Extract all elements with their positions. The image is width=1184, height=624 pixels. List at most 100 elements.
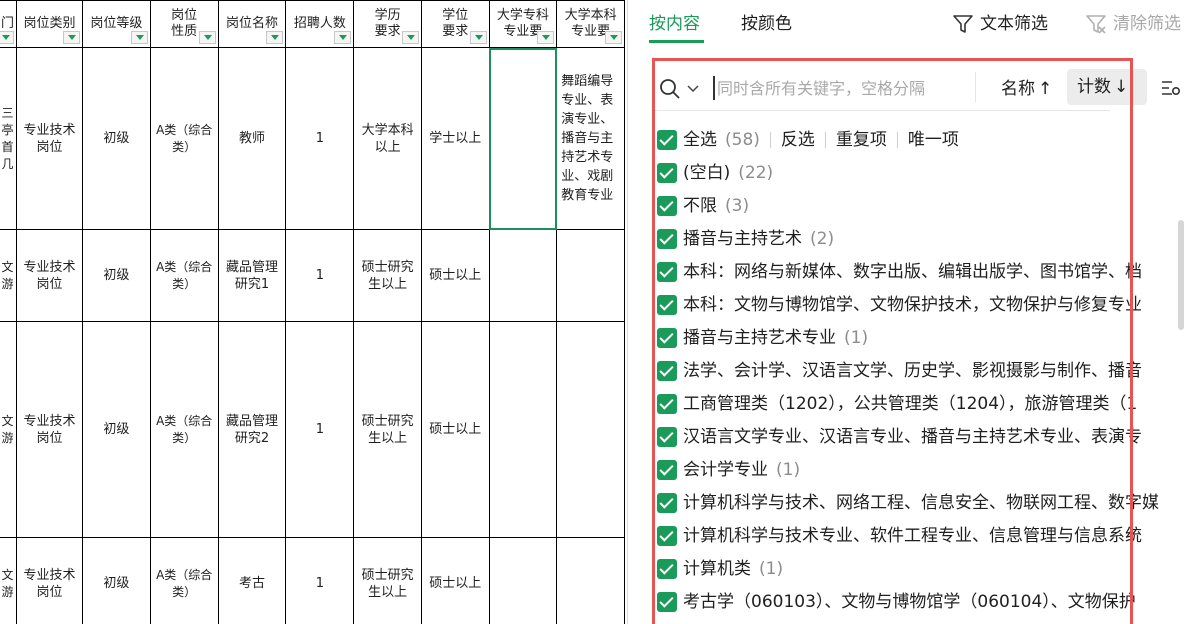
filter-dropdown-icon[interactable] (334, 31, 352, 44)
text-filter-button[interactable]: 文本筛选 (952, 12, 1048, 36)
sort-by-count-button[interactable]: 计数 ↓ (1067, 69, 1147, 105)
header-college-major[interactable]: 大学专科 专业要 (488, 0, 558, 48)
cell[interactable]: 文 游 (0, 229, 18, 322)
cell[interactable]: A类（综合 类） (149, 537, 219, 624)
cell[interactable] (488, 537, 558, 624)
cell[interactable]: 藏品管理 研究2 (217, 321, 287, 538)
cell[interactable]: 硕士以上 (420, 229, 490, 322)
list-item[interactable]: 播音与主持艺术 (2) (657, 227, 834, 251)
filter-dropdown-icon[interactable] (198, 31, 216, 44)
cell[interactable]: 初级 (81, 537, 151, 624)
search-input[interactable] (713, 76, 955, 100)
chevron-down-icon[interactable] (687, 84, 699, 94)
cell[interactable]: 1 (285, 47, 355, 230)
cell[interactable]: 学士以上 (420, 47, 490, 230)
item-checkbox[interactable] (657, 427, 677, 447)
select-all-label[interactable]: 全选 (683, 128, 717, 152)
unique-link[interactable]: 唯一项 (908, 128, 959, 152)
cell[interactable] (556, 537, 625, 624)
list-item[interactable]: 会计学专业 (1) (657, 458, 800, 482)
selected-cell[interactable] (488, 47, 558, 230)
header-nature[interactable]: 岗位 性质 (149, 0, 219, 48)
list-item[interactable]: 不限 (3) (657, 194, 749, 218)
list-item[interactable]: 法学、会计学、汉语言文学、历史学、影视摄影与制作、播音 (657, 359, 1150, 383)
header-category[interactable]: 岗位类别 (16, 0, 83, 48)
cell[interactable]: 文 游 (0, 537, 18, 624)
invert-selection-link[interactable]: 反选 (781, 128, 815, 152)
cell[interactable]: 硕士研究 生以上 (353, 229, 422, 322)
list-item[interactable]: 本科：文物与博物馆学、文物保护技术，文物保护与修复专业 (657, 293, 1150, 317)
list-item[interactable]: 计算机科学与技术、网络工程、信息安全、物联网工程、数字媒 (657, 491, 1167, 515)
cell[interactable]: 专业技术 岗位 (16, 537, 83, 624)
sort-by-name-button[interactable]: 名称 ↑ (995, 74, 1058, 104)
cell[interactable]: 三 亭 首 几 (0, 47, 18, 230)
item-checkbox[interactable] (657, 328, 677, 348)
filter-dropdown-icon[interactable] (130, 31, 148, 44)
filter-dropdown-icon[interactable] (266, 31, 284, 44)
select-all-checkbox[interactable] (657, 130, 677, 150)
cell[interactable]: 专业技术 岗位 (16, 47, 83, 230)
cell[interactable]: 初级 (81, 47, 151, 230)
cell[interactable]: 文 游 (0, 321, 18, 538)
item-checkbox[interactable] (657, 394, 677, 414)
filter-settings-icon[interactable] (1160, 78, 1182, 98)
cell[interactable]: A类（综合 类） (149, 47, 219, 230)
cell[interactable]: 1 (285, 321, 355, 538)
cell[interactable]: 专业技术 岗位 (16, 321, 83, 538)
cell[interactable]: 硕士研究 生以上 (353, 537, 422, 624)
filter-dropdown-icon[interactable] (605, 31, 622, 44)
cell[interactable]: 大学本科 以上 (353, 47, 422, 230)
cell[interactable]: 初级 (81, 321, 151, 538)
header-bachelor-major[interactable]: 大学本科 专业要 (556, 0, 625, 48)
header-education[interactable]: 学历 要求 (353, 0, 422, 48)
filter-dropdown-icon[interactable] (0, 31, 15, 44)
item-checkbox[interactable] (657, 526, 677, 546)
list-item[interactable]: 汉语言文学专业、汉语言专业、播音与主持艺术专业、表演专 (657, 425, 1150, 449)
cell[interactable]: 1 (285, 537, 355, 624)
cell[interactable]: 考古 (217, 537, 287, 624)
header-degree[interactable]: 学位 要求 (420, 0, 490, 48)
cell[interactable]: 藏品管理 研究1 (217, 229, 287, 322)
filter-dropdown-icon[interactable] (401, 31, 419, 44)
cell[interactable]: 专业技术 岗位 (16, 229, 83, 322)
item-checkbox[interactable] (657, 592, 677, 612)
filter-dropdown-icon[interactable] (469, 31, 487, 44)
cell[interactable] (488, 229, 558, 322)
cell[interactable]: A类（综合 类） (149, 321, 219, 538)
header-count[interactable]: 招聘人数 (285, 0, 355, 48)
list-item[interactable]: 考古学（060103）、文物与博物馆学（060104）、文物保护 (657, 590, 1144, 614)
cell[interactable]: 1 (285, 229, 355, 322)
clear-filter-button[interactable]: 清除筛选 (1085, 12, 1181, 36)
item-checkbox[interactable] (657, 361, 677, 381)
search-icon[interactable] (659, 78, 681, 100)
header-dept[interactable]: 门 (0, 0, 18, 48)
item-checkbox[interactable] (657, 295, 677, 315)
header-level[interactable]: 岗位等级 (81, 0, 151, 48)
cell[interactable]: 初级 (81, 229, 151, 322)
cell[interactable]: 硕士以上 (420, 321, 490, 538)
item-checkbox[interactable] (657, 559, 677, 579)
list-item[interactable]: 计算机类 (1) (657, 557, 783, 581)
item-checkbox[interactable] (657, 493, 677, 513)
item-checkbox[interactable] (657, 229, 677, 249)
list-item[interactable]: 播音与主持艺术专业 (1) (657, 326, 868, 350)
cell[interactable]: 硕士研究 生以上 (353, 321, 422, 538)
cell[interactable] (556, 229, 625, 322)
cell[interactable] (556, 321, 625, 538)
item-checkbox[interactable] (657, 163, 677, 183)
cell[interactable] (488, 321, 558, 538)
item-checkbox[interactable] (657, 196, 677, 216)
scrollbar[interactable] (1178, 220, 1184, 330)
list-item[interactable]: 工商管理类（1202），公共管理类（1204），旅游管理类（1 (657, 392, 1145, 416)
list-item[interactable]: 本科：网络与新媒体、数字出版、编辑出版学、图书馆学、档 (657, 260, 1150, 284)
list-item[interactable]: 计算机科学与技术专业、软件工程专业、信息管理与信息系统 (657, 524, 1150, 548)
duplicates-link[interactable]: 重复项 (836, 128, 887, 152)
cell[interactable]: A类（综合 类） (149, 229, 219, 322)
filter-dropdown-icon[interactable] (62, 31, 80, 44)
cell[interactable]: 硕士以上 (420, 537, 490, 624)
cell[interactable]: 教师 (217, 47, 287, 230)
item-checkbox[interactable] (657, 460, 677, 480)
filter-dropdown-icon[interactable] (537, 31, 555, 44)
header-name[interactable]: 岗位名称 (217, 0, 287, 48)
list-item[interactable]: (空白) (22) (657, 161, 773, 185)
